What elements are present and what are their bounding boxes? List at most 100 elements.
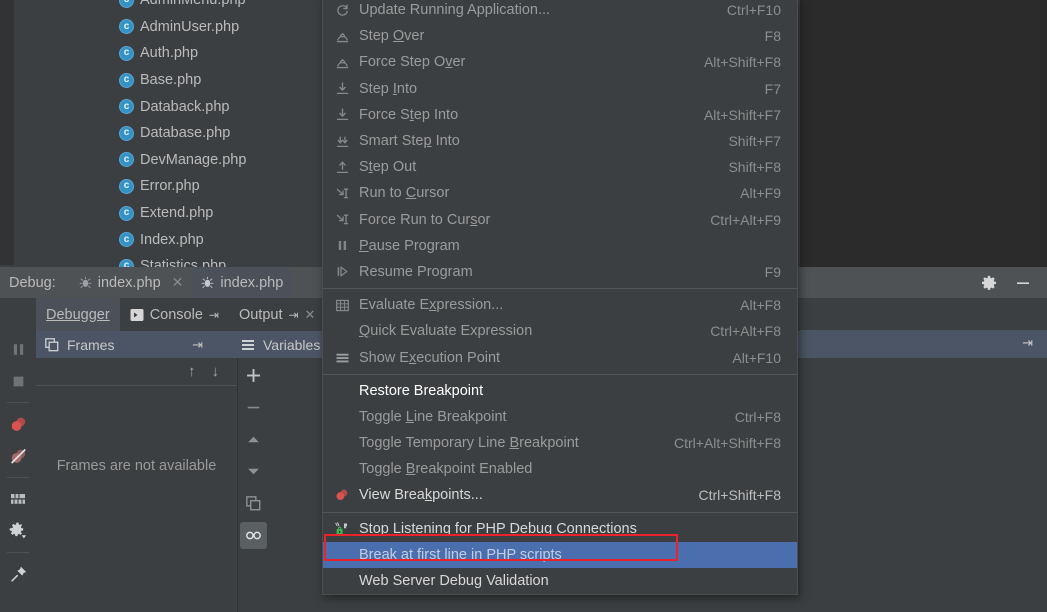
- php-class-icon: c: [119, 45, 134, 61]
- step-over-icon: [331, 55, 353, 70]
- menu-item[interactable]: Toggle Line Breakpoint Ctrl+F8: [323, 404, 797, 430]
- file-list-item[interactable]: c Auth.php: [14, 40, 334, 67]
- copy-value-button[interactable]: [240, 490, 267, 517]
- menu-item-label: Toggle Temporary Line Breakpoint: [359, 435, 579, 452]
- menu-item[interactable]: Step Out Shift+F8: [323, 154, 797, 180]
- menu-item[interactable]: Step Into F7: [323, 76, 797, 102]
- file-list-item[interactable]: c Error.php: [14, 173, 334, 200]
- menu-item[interactable]: Run to Cursor Alt+F9: [323, 180, 797, 206]
- pause-program-button[interactable]: [3, 334, 33, 364]
- file-list-item-label: DevManage.php: [140, 151, 247, 168]
- menu-item-shortcut: Shift+F8: [728, 159, 781, 176]
- menu-item[interactable]: Force Run to Cursor Ctrl+Alt+F9: [323, 207, 797, 233]
- settings-button[interactable]: [3, 516, 33, 546]
- menu-item-shortcut: Alt+Shift+F7: [703, 106, 781, 123]
- menu-item[interactable]: Stop Listening for PHP Debug Connections: [323, 516, 797, 542]
- menu-item[interactable]: Restore Breakpoint: [323, 378, 797, 404]
- menu-item-label: Toggle Breakpoint Enabled: [359, 461, 533, 478]
- menu-item-label: Show Execution Point: [359, 349, 501, 366]
- stop-button[interactable]: [3, 366, 33, 396]
- php-class-icon: c: [119, 178, 134, 194]
- view-breakpoints-button[interactable]: [3, 409, 33, 439]
- frames-panel: ↑ ↓ Frames are not available: [36, 358, 238, 612]
- menu-item-shortcut: F9: [764, 263, 781, 280]
- tab-debugger[interactable]: Debugger: [36, 298, 120, 331]
- menu-item[interactable]: Quick Evaluate Expression Ctrl+Alt+F8: [323, 318, 797, 344]
- pin-small-icon[interactable]: ⇥: [288, 308, 298, 322]
- pin-small-icon[interactable]: ⇥: [1022, 335, 1033, 351]
- minimize-icon[interactable]: [1015, 275, 1031, 291]
- toolbar-divider: [7, 402, 29, 403]
- menu-item[interactable]: Step Over F8: [323, 23, 797, 49]
- menu-item-label: Evaluate Expression...: [359, 297, 504, 314]
- php-class-icon: c: [119, 0, 134, 8]
- close-icon[interactable]: ✕: [305, 307, 316, 323]
- move-watch-down-button[interactable]: [240, 458, 267, 485]
- php-class-icon: c: [119, 19, 134, 35]
- gear-icon[interactable]: [981, 275, 997, 291]
- menu-item[interactable]: Force Step Into Alt+Shift+F7: [323, 102, 797, 128]
- debug-left-toolbar: [0, 298, 36, 612]
- move-watch-up-button[interactable]: [240, 426, 267, 453]
- tab-debugger-label: Debugger: [46, 306, 110, 323]
- menu-item-label: View Breakpoints...: [359, 487, 483, 504]
- remove-watch-button[interactable]: [240, 394, 267, 421]
- menu-item[interactable]: Resume Program F9: [323, 259, 797, 285]
- menu-item[interactable]: Update Running Application... Ctrl+F10: [323, 0, 797, 23]
- move-up-icon[interactable]: ↑: [188, 363, 196, 380]
- menu-item[interactable]: Web Server Debug Validation: [323, 568, 797, 594]
- file-list-item[interactable]: c AdminMenu.php: [14, 0, 334, 14]
- project-file-list[interactable]: c AdminMenu.php c AdminUser.php c Auth.php c Ba…: [14, 0, 334, 274]
- debug-session-tab-1[interactable]: index.php ✕: [70, 267, 193, 298]
- tab-console[interactable]: Console ⇥: [120, 298, 229, 331]
- file-list-item[interactable]: c Base.php: [14, 67, 334, 94]
- pin-small-icon[interactable]: ⇥: [209, 308, 219, 322]
- frames-empty-message: Frames are not available: [56, 458, 217, 474]
- menu-item[interactable]: Toggle Breakpoint Enabled: [323, 456, 797, 482]
- php-class-icon: c: [119, 205, 134, 221]
- menu-item[interactable]: Force Step Over Alt+Shift+F8: [323, 49, 797, 75]
- file-list-item[interactable]: c DevManage.php: [14, 147, 334, 174]
- menu-item[interactable]: View Breakpoints... Ctrl+Shift+F8: [323, 482, 797, 508]
- menu-item[interactable]: Evaluate Expression... Alt+F8: [323, 292, 797, 318]
- add-watch-button[interactable]: [240, 362, 267, 389]
- menu-item-label: Break at first line in PHP scripts: [359, 546, 562, 563]
- menu-item[interactable]: Toggle Temporary Line Breakpoint Ctrl+Alt…: [323, 430, 797, 456]
- mute-breakpoints-button[interactable]: [3, 441, 33, 471]
- file-list-hscrollbar-track[interactable]: [0, 258, 200, 522]
- file-list-item-label: AdminUser.php: [140, 18, 240, 35]
- frames-panel-header[interactable]: Frames ⇥: [36, 331, 231, 358]
- variables-panel-header[interactable]: Variables: [231, 331, 320, 358]
- pin-tab-button[interactable]: [3, 559, 33, 589]
- menu-item-shortcut: Ctrl+Shift+F8: [698, 487, 781, 504]
- tab-output[interactable]: Output ⇥ ✕: [229, 298, 326, 331]
- menu-item-label: Pause Program: [359, 237, 460, 254]
- pin-small-icon[interactable]: ⇥: [192, 337, 203, 353]
- restore-layout-button[interactable]: [3, 484, 33, 514]
- file-list-item-label: Auth.php: [140, 45, 199, 62]
- menu-item-label: Force Run to Cursor: [359, 211, 491, 228]
- step-into-icon: [331, 81, 353, 96]
- menu-item[interactable]: Smart Step Into Shift+F7: [323, 128, 797, 154]
- file-list-item[interactable]: c Index.php: [14, 226, 334, 253]
- file-list-item[interactable]: c Extend.php: [14, 200, 334, 227]
- evaluate-icon: [331, 298, 353, 313]
- menu-item-label: Restore Breakpoint: [359, 382, 484, 399]
- menu-item-label: Step Over: [359, 28, 425, 45]
- watches-toggle-button[interactable]: [240, 522, 267, 549]
- menu-item[interactable]: Break at first line in PHP scripts: [323, 541, 797, 568]
- file-list-item[interactable]: c Databack.php: [14, 93, 334, 120]
- close-icon[interactable]: ✕: [172, 274, 184, 291]
- file-list-item[interactable]: c AdminUser.php: [14, 14, 334, 41]
- debug-subtabs: Debugger Console ⇥ Output ⇥ ✕: [36, 298, 325, 331]
- move-down-icon[interactable]: ↓: [212, 363, 220, 380]
- menu-separator: [323, 511, 797, 513]
- menu-item[interactable]: Pause Program: [323, 233, 797, 259]
- file-list-item[interactable]: c Database.php: [14, 120, 334, 147]
- file-list-item-label: Extend.php: [140, 205, 214, 222]
- menu-item[interactable]: Show Execution Point Alt+F10: [323, 344, 797, 370]
- menu-item-shortcut: Shift+F7: [728, 133, 781, 150]
- debug-session-tab-2[interactable]: index.php: [192, 267, 293, 298]
- toolbar-divider: [7, 477, 29, 478]
- menu-item-shortcut: Alt+F10: [732, 349, 781, 366]
